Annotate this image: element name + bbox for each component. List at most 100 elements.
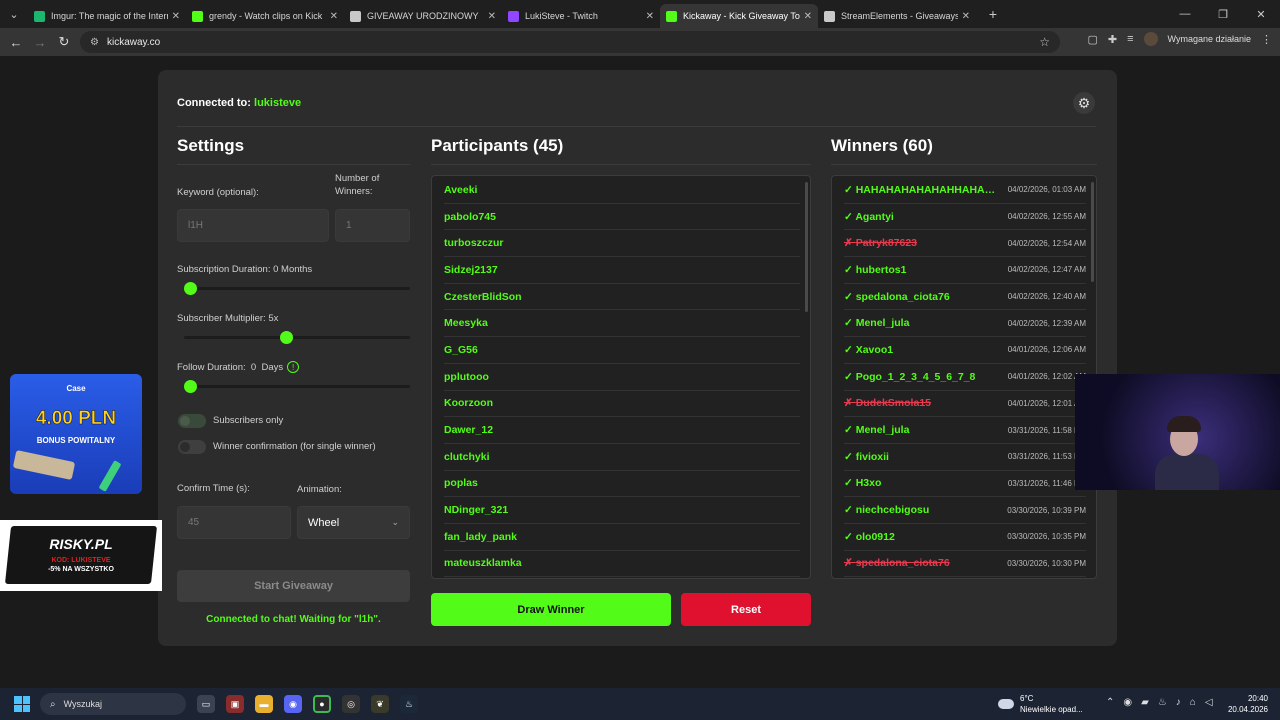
chrome-icon[interactable]: ● bbox=[313, 695, 331, 713]
participant-row[interactable]: CzesterBlidSon bbox=[444, 284, 800, 311]
winner-row[interactable]: ✓ olo0912 03/30/2026, 10:35 PM bbox=[844, 524, 1086, 551]
participant-row[interactable]: fan_lady_pank bbox=[444, 524, 800, 551]
winner-row[interactable]: ✓ niechcebigosu 03/30/2026, 10:39 PM bbox=[844, 497, 1086, 524]
profile-avatar[interactable] bbox=[1143, 32, 1158, 46]
tab-close-icon[interactable]: ✕ bbox=[646, 11, 654, 22]
site-info-icon[interactable]: ⚙ bbox=[90, 37, 99, 48]
draw-winner-button[interactable]: Draw Winner bbox=[431, 593, 671, 626]
participants-list[interactable]: Aveeki pabolo745 turboszczur Sidzej2137 Czes… bbox=[431, 175, 811, 579]
windows-start-icon[interactable] bbox=[14, 696, 30, 712]
participant-row[interactable]: clutchyki bbox=[444, 444, 800, 471]
browser-tab[interactable]: StreamElements - Giveaways ✕ bbox=[818, 4, 976, 28]
media-icon[interactable]: ≡ bbox=[1127, 33, 1133, 45]
close-window-icon[interactable]: ✕ bbox=[1242, 0, 1280, 28]
tab-close-icon[interactable]: ✕ bbox=[962, 11, 970, 22]
winners-count-input[interactable]: 1 bbox=[335, 209, 410, 242]
winner-row[interactable]: ✓ Xavoo1 04/01/2026, 12:06 AM bbox=[844, 337, 1086, 364]
gear-icon[interactable]: ⚙ bbox=[1073, 92, 1095, 114]
tab-close-icon[interactable]: ✕ bbox=[804, 11, 812, 22]
profile-status[interactable]: Wymagane działanie bbox=[1168, 34, 1251, 44]
address-bar[interactable]: ⚙ kickaway.co ☆ bbox=[80, 31, 1060, 53]
participant-row[interactable]: poplas bbox=[444, 471, 800, 498]
confirm-time-input[interactable]: 45 bbox=[177, 506, 291, 539]
tab-close-icon[interactable]: ✕ bbox=[488, 11, 496, 22]
browser-tab-bar: ⌄ Imgur: The magic of the Internet ✕ grend… bbox=[0, 0, 1280, 28]
sub-duration-knob[interactable] bbox=[184, 282, 197, 295]
participant-row[interactable]: pabolo745 bbox=[444, 204, 800, 231]
participant-row[interactable]: Sidzej2137 bbox=[444, 257, 800, 284]
network-icon[interactable]: ⌂ bbox=[1190, 697, 1196, 708]
menu-kebab-icon[interactable]: ⋮ bbox=[1261, 33, 1272, 46]
participants-scrollbar[interactable] bbox=[805, 182, 808, 312]
winner-row[interactable]: ✗ spedalona_ciota76 03/30/2026, 10:30 PM bbox=[844, 551, 1086, 578]
winner-row[interactable]: ✗ DudekSmola15 04/01/2026, 12:01 AM bbox=[844, 391, 1086, 418]
taskbar-search[interactable]: ⌕ Wyszukaj bbox=[40, 693, 186, 715]
info-icon[interactable]: ! bbox=[287, 361, 300, 374]
winner-row[interactable]: ✓ H3xo 03/31/2026, 11:46 PM bbox=[844, 471, 1086, 498]
participant-row[interactable]: mateuszklamka bbox=[444, 551, 800, 578]
participant-row[interactable]: Aveeki bbox=[444, 177, 800, 204]
browser-tab[interactable]: LukiSteve - Twitch ✕ bbox=[502, 4, 660, 28]
volume-icon[interactable]: ◁ bbox=[1205, 697, 1213, 708]
microphone-icon[interactable]: ♪ bbox=[1176, 697, 1181, 708]
app-icon-feather[interactable]: ❦ bbox=[371, 695, 389, 713]
task-view-icon[interactable]: ▭ bbox=[197, 695, 215, 713]
minimize-icon[interactable]: — bbox=[1166, 0, 1204, 28]
winner-row[interactable]: ✓ HAHAHAHAHAHAHHAHAHAHA 04/02/2026, 01:03… bbox=[844, 177, 1086, 204]
steam-tray-icon[interactable]: ♨ bbox=[1158, 697, 1167, 708]
extensions-puzzle-icon[interactable]: ✚ bbox=[1108, 33, 1117, 46]
file-explorer-icon[interactable]: ▬ bbox=[255, 695, 273, 713]
discord-tray-icon[interactable]: ◉ bbox=[1123, 697, 1132, 708]
participant-row[interactable]: turboszczur bbox=[444, 230, 800, 258]
bookmark-star-icon[interactable]: ☆ bbox=[1039, 35, 1050, 49]
browser-tab[interactable]: GIVEAWAY URODZINOWY ✕ bbox=[344, 4, 502, 28]
winner-row[interactable]: ✗ Patryk87623 04/02/2026, 12:54 AM bbox=[844, 230, 1086, 258]
winner-row[interactable]: ✓ Agantyi 04/02/2026, 12:55 AM bbox=[844, 204, 1086, 231]
subscribers-only-toggle[interactable] bbox=[178, 414, 206, 428]
winner-row[interactable]: ✓ Menel_jula 03/31/2026, 11:58 PM bbox=[844, 417, 1086, 444]
winner-row[interactable]: ✓ Pogo_1_2_3_4_5_6_7_8 04/01/2026, 12:02 … bbox=[844, 364, 1086, 391]
weather-widget[interactable]: 6°C Niewielkie opad... bbox=[998, 693, 1083, 715]
browser-tab[interactable]: Imgur: The magic of the Internet ✕ bbox=[28, 4, 186, 28]
tab-search-icon[interactable]: ⌄ bbox=[0, 0, 28, 28]
follow-duration-knob[interactable] bbox=[184, 380, 197, 393]
browser-tab[interactable]: Kickaway - Kick Giveaway Tool ✕ bbox=[660, 4, 818, 28]
extension-icon[interactable]: ▢ bbox=[1087, 33, 1097, 46]
participant-row[interactable]: G_G56 bbox=[444, 337, 800, 364]
tab-close-icon[interactable]: ✕ bbox=[330, 11, 338, 22]
winner-confirmation-toggle[interactable] bbox=[178, 440, 206, 454]
winner-row[interactable]: ✓ fivioxii 03/31/2026, 11:53 PM bbox=[844, 444, 1086, 471]
discord-icon[interactable]: ◉ bbox=[284, 695, 302, 713]
app-tray-icon[interactable]: ▰ bbox=[1141, 697, 1149, 708]
participant-row[interactable]: Koorzoon bbox=[444, 391, 800, 418]
app-icon-red[interactable]: ▣ bbox=[226, 695, 244, 713]
steam-icon[interactable]: ♨ bbox=[400, 695, 418, 713]
winners-scrollbar[interactable] bbox=[1091, 182, 1094, 282]
winners-list[interactable]: ✓ HAHAHAHAHAHAHHAHAHAHA 04/02/2026, 01:03… bbox=[831, 175, 1097, 579]
clock[interactable]: 20:40 20.04.2026 bbox=[1228, 693, 1268, 715]
back-icon[interactable]: ← bbox=[4, 35, 28, 50]
participant-row[interactable]: pplutooo bbox=[444, 364, 800, 391]
reset-button[interactable]: Reset bbox=[681, 593, 811, 626]
chevron-up-icon[interactable]: ⌃ bbox=[1106, 697, 1114, 708]
browser-tab[interactable]: grendy - Watch clips on Kick ✕ bbox=[186, 4, 344, 28]
keyword-input[interactable]: l1H bbox=[177, 209, 329, 242]
animation-select[interactable]: Wheel ⌄ bbox=[297, 506, 410, 539]
multiplier-knob[interactable] bbox=[279, 331, 293, 344]
new-tab-button[interactable]: + bbox=[982, 3, 1004, 25]
winner-row[interactable]: ✓ spedalona_ciota76 04/02/2026, 12:40 AM bbox=[844, 284, 1086, 311]
forward-icon[interactable]: → bbox=[28, 35, 52, 50]
participant-row[interactable]: Dawer_12 bbox=[444, 417, 800, 444]
winner-row[interactable]: ✓ Menel_jula 04/02/2026, 12:39 AM bbox=[844, 310, 1086, 338]
participant-row[interactable]: Meesyka bbox=[444, 310, 800, 338]
reload-icon[interactable]: ↻ bbox=[52, 34, 76, 50]
follow-duration-slider[interactable] bbox=[184, 380, 410, 393]
restore-icon[interactable]: ❐ bbox=[1204, 0, 1242, 28]
start-giveaway-button[interactable]: Start Giveaway bbox=[177, 570, 410, 602]
participant-row[interactable]: NDinger_321 bbox=[444, 497, 800, 524]
obs-icon[interactable]: ◎ bbox=[342, 695, 360, 713]
winner-row[interactable]: ✓ hubertos1 04/02/2026, 12:47 AM bbox=[844, 257, 1086, 284]
sub-duration-slider[interactable] bbox=[184, 282, 410, 295]
tab-close-icon[interactable]: ✕ bbox=[172, 11, 180, 22]
multiplier-slider[interactable] bbox=[184, 331, 410, 344]
